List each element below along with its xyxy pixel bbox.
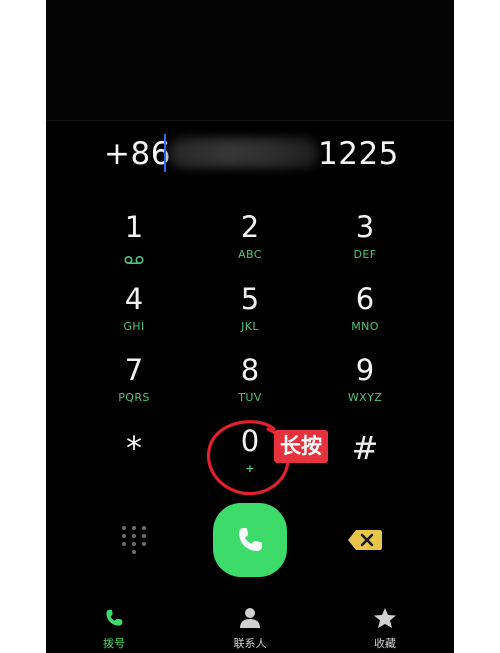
key-letters: TUV — [238, 391, 262, 404]
key-digit: * — [126, 429, 142, 467]
key-letters: GHI — [123, 320, 145, 333]
key-6[interactable]: 6 MNO — [315, 282, 415, 346]
key-digit: # — [351, 429, 379, 467]
key-1[interactable]: 1 — [84, 210, 184, 274]
key-letters: WXYZ — [347, 391, 383, 404]
number-prefix: +86 — [104, 136, 171, 172]
key-8[interactable]: 8 TUV — [200, 353, 300, 417]
number-display[interactable]: +86 1225 — [46, 128, 454, 180]
tab-dialer[interactable]: 拨号 — [74, 607, 154, 651]
tab-label: 联系人 — [233, 637, 267, 650]
key-digit: 9 — [355, 353, 375, 387]
voicemail-icon — [124, 250, 144, 269]
tab-label: 拨号 — [103, 637, 125, 650]
key-4[interactable]: 4 GHI — [84, 282, 184, 346]
number-suffix: 1225 — [318, 136, 399, 172]
call-button[interactable] — [213, 503, 287, 577]
person-icon — [240, 608, 260, 628]
key-letters: PQRS — [118, 391, 150, 404]
key-hash[interactable]: # — [315, 424, 415, 488]
long-press-label: 长按 — [274, 430, 328, 463]
key-2[interactable]: 2 ABC — [200, 210, 300, 274]
key-letters: DEF — [353, 248, 377, 261]
action-bar — [46, 500, 454, 580]
phone-icon — [106, 609, 123, 626]
key-digit: 3 — [355, 210, 375, 244]
dialpad-dots-icon[interactable] — [120, 524, 148, 554]
tab-label: 收藏 — [374, 637, 396, 650]
tab-contacts[interactable]: 联系人 — [210, 607, 290, 651]
blurred-digits — [169, 138, 319, 168]
key-digit: 4 — [124, 282, 144, 316]
key-digit: 6 — [355, 282, 375, 316]
key-star[interactable]: * — [84, 424, 184, 488]
phone-icon — [239, 528, 262, 551]
key-letters: JKL — [241, 320, 259, 333]
key-digit: 8 — [240, 353, 260, 387]
key-letters: ABC — [238, 248, 262, 261]
key-digit: 1 — [124, 210, 144, 244]
key-digit: 7 — [124, 353, 144, 387]
star-icon — [374, 608, 396, 628]
backspace-icon[interactable] — [346, 528, 384, 552]
key-letters: MNO — [351, 320, 379, 333]
text-cursor — [164, 134, 166, 172]
key-7[interactable]: 7 PQRS — [84, 353, 184, 417]
status-area — [46, 0, 454, 121]
key-digit: 2 — [240, 210, 260, 244]
key-5[interactable]: 5 JKL — [200, 282, 300, 346]
bottom-tab-bar: 拨号 联系人 收藏 — [46, 603, 454, 653]
key-9[interactable]: 9 WXYZ — [315, 353, 415, 417]
key-3[interactable]: 3 DEF — [315, 210, 415, 274]
tab-favorites[interactable]: 收藏 — [345, 607, 425, 651]
key-digit: 5 — [240, 282, 260, 316]
dialer-screen: +86 1225 1 2 ABC 3 DEF 4 GHI 5 JKL 6 MNO… — [46, 0, 454, 653]
